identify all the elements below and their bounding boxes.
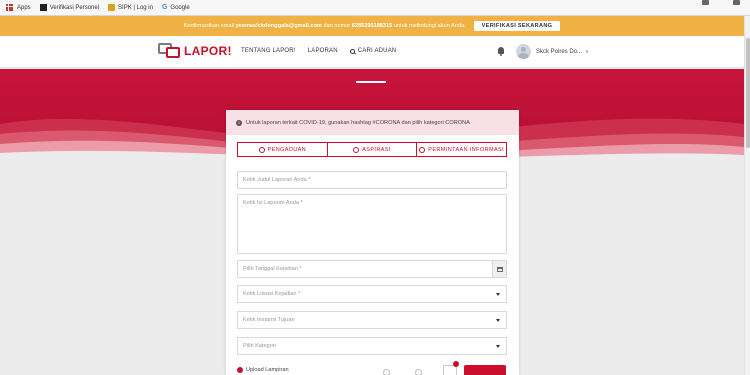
notification-badge <box>453 361 459 367</box>
privacy-radio-anonymous[interactable] <box>383 369 390 375</box>
nav-search-label: CARI ADUAN <box>357 48 397 54</box>
bookmark-label: SIPK | Log in <box>118 4 153 11</box>
user-name: Skck Polres Do... <box>536 48 583 55</box>
report-form: i Untuk laporan terkait COVID-19, gunaka… <box>226 110 519 375</box>
chat-bubbles-icon <box>158 43 182 59</box>
site-header: LAPOR! TENTANG LAPOR! LAPORAN CARI ADUAN… <box>0 36 744 68</box>
dropdown-arrow-icon <box>496 319 500 322</box>
scrollbar-thumb[interactable] <box>746 38 750 148</box>
apps-grid-icon <box>6 4 13 11</box>
nav-search[interactable]: CARI ADUAN <box>349 48 409 54</box>
bookmark-verifikasi-personel[interactable]: Verifikasi Personel <box>39 4 100 11</box>
bookmark-sipk[interactable]: SIPK | Log in <box>108 4 153 11</box>
lapor-logo[interactable]: LAPOR! <box>158 43 232 59</box>
bookmark-apps[interactable]: Apps <box>6 4 31 11</box>
info-icon: i <box>236 119 242 126</box>
verification-notice: Konfirmasikan email yeemaslckdonggala@gm… <box>0 16 744 36</box>
target-agency-select[interactable]: Ketik Instansi Tujuan <box>237 311 507 329</box>
avatar <box>516 44 531 59</box>
incident-location-select[interactable]: Ketik Lokasi Kejadian * <box>237 285 507 303</box>
form-footer: Upload Lampiran <box>237 361 509 375</box>
covid-info-banner: i Untuk laporan terkait COVID-19, gunaka… <box>226 110 519 135</box>
tab-aspirasi[interactable]: ASPIRASI <box>328 143 418 156</box>
page: Apps Verifikasi Personel SIPK | Log in G… <box>0 0 750 375</box>
browser-toolbar-icons <box>702 0 740 5</box>
bookmark-favicon-icon <box>39 4 47 11</box>
banner-divider <box>356 81 386 83</box>
logo-text: LAPOR! <box>184 44 232 58</box>
notice-prefix: Konfirmasikan email <box>183 23 235 29</box>
report-body-textarea[interactable]: Ketik Isi Laporan Anda * <box>237 194 507 254</box>
notice-email: yeemaslckdonggala@gmail.com <box>235 23 322 29</box>
category-select[interactable]: Pilih Kategori <box>237 337 507 355</box>
upload-label: Upload Lampiran <box>246 367 289 373</box>
notice-middle: dan nomor <box>323 23 351 29</box>
report-title-input[interactable]: Ketik Judul Laporan Anda * <box>237 171 507 189</box>
radio-icon <box>419 146 426 153</box>
bookmark-label: Verifikasi Personel <box>49 4 100 11</box>
user-menu[interactable]: Skck Polres Do... ▼ <box>516 44 589 59</box>
bookmarks-bar: Apps Verifikasi Personel SIPK | Log in G… <box>0 0 750 16</box>
incident-date-input[interactable]: Pilih Tanggal Kejadian * <box>237 260 507 278</box>
bookmark-favicon-icon <box>108 4 116 11</box>
location-placeholder: Ketik Lokasi Kejadian * <box>243 291 301 297</box>
tab-label: PENGADUAN <box>267 146 307 153</box>
title-placeholder: Ketik Judul Laporan Anda * <box>243 177 311 183</box>
dropdown-arrow-icon <box>496 345 500 348</box>
radio-icon <box>258 146 265 153</box>
bookmark-label: Google <box>170 4 190 11</box>
notice-phone: 6285395188315 <box>351 23 393 29</box>
tab-label: ASPIRASI <box>362 146 391 153</box>
verify-now-button[interactable]: VERIFIKASI SEKARANG <box>473 21 561 31</box>
nav-reports[interactable]: LAPORAN <box>308 48 338 54</box>
info-text: Untuk laporan terkait COVID-19, gunakan … <box>246 119 470 126</box>
tab-label: PERMINTAAN INFORMASI <box>428 146 505 153</box>
radio-icon <box>353 146 360 153</box>
privacy-radio-secret[interactable] <box>415 369 422 375</box>
dropdown-arrow-icon <box>496 293 500 296</box>
main-nav: TENTANG LAPOR! LAPORAN CARI ADUAN <box>241 48 420 54</box>
tab-permintaan-informasi[interactable]: PERMINTAAN INFORMASI <box>417 143 506 156</box>
nav-about[interactable]: TENTANG LAPOR! <box>241 48 296 54</box>
date-placeholder: Pilih Tanggal Kejadian * <box>243 266 302 272</box>
bookmark-label: Apps <box>17 4 31 11</box>
page-scrollbar[interactable] <box>744 16 750 375</box>
extension-icon[interactable] <box>702 0 709 5</box>
tab-pengaduan[interactable]: PENGADUAN <box>238 143 328 156</box>
bookmark-google[interactable]: G Google <box>162 4 190 11</box>
chevron-down-icon: ▼ <box>585 49 589 54</box>
bell-icon[interactable] <box>497 47 505 56</box>
google-icon: G <box>161 4 168 11</box>
calendar-icon[interactable] <box>492 261 506 277</box>
category-placeholder: Pilih Kategori <box>243 343 276 349</box>
report-type-tabs: PENGADUAN ASPIRASI PERMINTAAN INFORMASI <box>237 142 507 157</box>
upload-attachment[interactable]: Upload Lampiran <box>237 367 289 373</box>
agency-placeholder: Ketik Instansi Tujuan <box>243 317 295 323</box>
notice-suffix: untuk melindungi akun Anda. <box>393 23 466 29</box>
attachment-icon <box>237 367 243 373</box>
search-icon <box>349 48 355 54</box>
body-placeholder: Ketik Isi Laporan Anda * <box>243 200 303 206</box>
profile-icon[interactable] <box>733 0 740 5</box>
submit-button[interactable] <box>464 365 506 375</box>
